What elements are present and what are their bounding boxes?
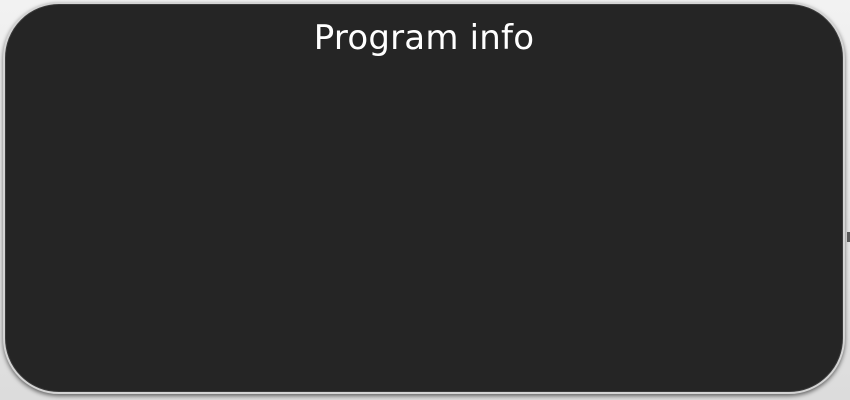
screen: Program info xyxy=(0,0,850,400)
panel-content-area xyxy=(35,74,813,362)
panel-title: Program info xyxy=(313,18,535,58)
program-info-panel: Program info xyxy=(3,2,845,394)
